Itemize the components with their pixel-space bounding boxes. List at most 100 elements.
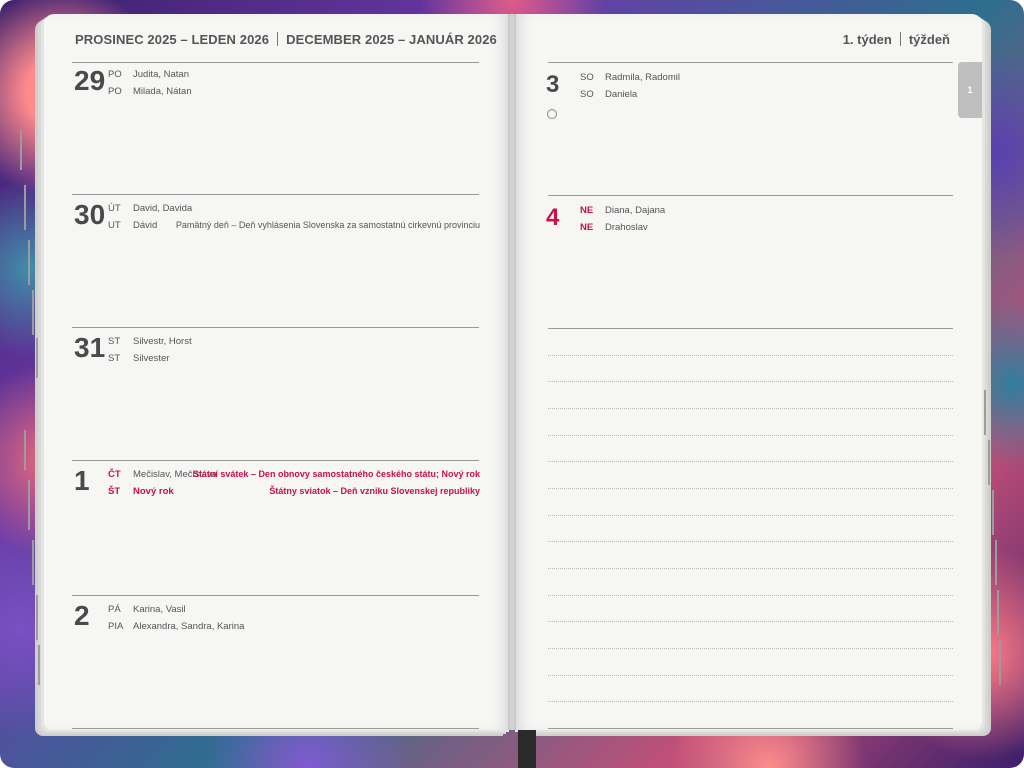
month-header-sk: DECEMBER 2025 – JANUÁR 2026 <box>286 32 497 47</box>
day-line-cz: PÁ Karina, Vasil <box>108 604 480 620</box>
name-day: Drahoslav <box>605 222 648 233</box>
day-number: 29 <box>74 65 106 96</box>
name-day: Silvestr, Horst <box>133 336 192 347</box>
state-holiday-cz: Státní svátek – Den obnovy samostatného … <box>192 469 480 479</box>
week-header: 1. týden týždeň <box>843 32 950 47</box>
weekday-abbr: NE <box>580 222 594 233</box>
day-line-sk: UT Dávid Pamätný deň – Deň vyhlásenia Sl… <box>108 220 480 236</box>
note-line <box>548 435 953 436</box>
name-day: Diana, Dajana <box>605 205 666 216</box>
note-line <box>548 568 953 569</box>
day-entry[interactable]: 2 PÁ Karina, Vasil PIA Alexandra, Sandra… <box>74 601 480 721</box>
notes-divider <box>548 728 953 729</box>
note-line <box>548 488 953 489</box>
weekday-abbr: PO <box>108 69 122 80</box>
day-line-cz: ST Silvestr, Horst <box>108 336 480 352</box>
edge-mark <box>20 130 22 170</box>
edge-mark <box>38 645 40 685</box>
name-day: Radmila, Radomil <box>605 72 680 83</box>
day-line-sk: ST Silvester <box>108 353 480 369</box>
weekday-abbr: ČT <box>108 469 121 480</box>
note-line <box>548 621 953 622</box>
day-divider <box>548 62 953 63</box>
day-divider <box>72 62 479 63</box>
note-line <box>548 595 953 596</box>
day-entry-sunday[interactable]: 4 NE Diana, Dajana NE Drahoslav <box>546 203 952 323</box>
day-divider <box>72 595 479 596</box>
name-day: Daniela <box>605 89 638 100</box>
notes-divider <box>548 328 953 329</box>
day-line-cz: NE Diana, Dajana <box>580 205 952 221</box>
name-day: Dávid <box>133 220 158 231</box>
edge-mark <box>32 540 34 585</box>
day-entry[interactable]: 29 PO Judita, Natan PO Milada, Nátan <box>74 66 480 186</box>
day-line-sk: NE Drahoslav <box>580 222 952 238</box>
weekday-abbr: NE <box>580 205 594 216</box>
day-entry[interactable]: 31 ST Silvestr, Horst ST Silvester <box>74 333 480 453</box>
day-entry-holiday[interactable]: 1 ČT Mečislav, Mečislava Státní svátek –… <box>74 466 480 586</box>
weekday-abbr: PÁ <box>108 604 121 615</box>
edge-mark <box>999 640 1001 685</box>
edge-mark <box>36 338 38 378</box>
day-divider <box>72 460 479 461</box>
day-line-cz: ÚT David, Davida <box>108 203 480 219</box>
day-line-cz: PO Judita, Natan <box>108 69 480 85</box>
day-divider <box>548 195 953 196</box>
day-number: 30 <box>74 199 106 230</box>
name-day: Nový rok <box>133 486 174 497</box>
name-day: Karina, Vasil <box>133 604 186 615</box>
note-line <box>548 515 953 516</box>
state-holiday-sk: Štátny sviatok – Deň vzniku Slovenskej r… <box>269 486 480 496</box>
edge-mark <box>28 480 30 530</box>
day-line-sk: SO Daniela <box>580 89 952 105</box>
day-entry[interactable]: 30 ÚT David, Davida UT Dávid Pamätný deň… <box>74 200 480 320</box>
edge-mark <box>984 390 986 435</box>
day-line-sk: ŠT Nový rok Štátny sviatok – Deň vzniku … <box>108 486 480 502</box>
edge-mark <box>988 440 990 485</box>
weekday-abbr: PO <box>108 86 122 97</box>
day-line-sk: PO Milada, Nátan <box>108 86 480 102</box>
weekday-abbr: ST <box>108 336 121 347</box>
name-day: Judita, Natan <box>133 69 189 80</box>
edge-mark <box>24 430 26 470</box>
edge-mark <box>997 590 999 635</box>
name-day: Milada, Nátan <box>133 86 192 97</box>
weekday-abbr: ST <box>108 353 121 364</box>
note-line <box>548 355 953 356</box>
note-line <box>548 541 953 542</box>
day-number: 4 <box>546 204 560 231</box>
moon-phase-icon <box>547 109 557 119</box>
day-number: 2 <box>74 600 90 631</box>
note-line <box>548 408 953 409</box>
book-gutter <box>508 14 516 730</box>
month-header: PROSINEC 2025 – LEDEN 2026 DECEMBER 2025 … <box>75 32 497 47</box>
weekday-abbr: PIA <box>108 621 124 632</box>
name-day: Silvester <box>133 353 170 364</box>
week-index-tab[interactable]: 1 <box>958 62 982 118</box>
day-divider <box>72 327 479 328</box>
day-number: 1 <box>74 465 90 496</box>
day-divider <box>72 194 479 195</box>
note-line <box>548 381 953 382</box>
weekday-abbr: UT <box>108 220 121 231</box>
weekday-abbr: SO <box>580 89 594 100</box>
bookmark-ribbon[interactable] <box>518 730 536 768</box>
day-entry[interactable]: 3 SO Radmila, Radomil SO Daniela <box>546 70 952 190</box>
edge-mark <box>24 185 26 230</box>
day-number: 3 <box>546 71 560 98</box>
name-day: David, Davida <box>133 203 193 214</box>
month-header-cz: PROSINEC 2025 – LEDEN 2026 <box>75 32 270 47</box>
header-divider <box>277 32 279 46</box>
day-line-sk: PIA Alexandra, Sandra, Karina <box>108 621 480 637</box>
day-number: 31 <box>74 332 106 363</box>
weekday-abbr: SO <box>580 72 594 83</box>
note-line <box>548 675 953 676</box>
week-label-sk: týždeň <box>908 32 950 47</box>
edge-mark <box>992 490 994 535</box>
weekday-abbr: ÚT <box>108 203 121 214</box>
day-line-cz: ČT Mečislav, Mečislava Státní svátek – D… <box>108 469 480 485</box>
day-divider <box>72 728 479 729</box>
day-line-cz: SO Radmila, Radomil <box>580 72 952 88</box>
header-divider <box>899 32 901 46</box>
memorial-day-note: Pamätný deň – Deň vyhlásenia Slovenska z… <box>175 220 480 230</box>
